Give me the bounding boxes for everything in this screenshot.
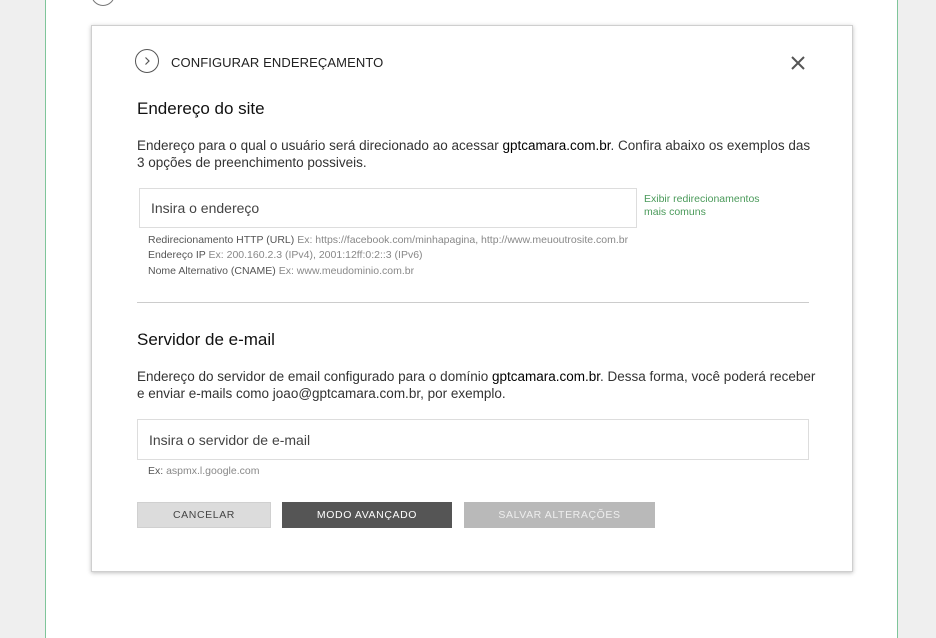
hint-http-redirect: Redirecionamento HTTP (URL) Ex: https://…	[148, 233, 628, 248]
hint-label: Endereço IP	[148, 249, 206, 261]
show-common-redirects-link[interactable]: Exibir redirecionamentos mais comuns	[644, 193, 774, 219]
cancel-button[interactable]: CANCELAR	[137, 502, 271, 528]
hint-ip-address: Endereço IP Ex: 200.160.2.3 (IPv4), 2001…	[148, 248, 423, 263]
site-section-title: Endereço do site	[137, 99, 265, 118]
chevron-right-icon	[135, 49, 159, 73]
modal-title: CONFIGURAR ENDEREÇAMENTO	[171, 55, 384, 70]
close-icon[interactable]	[786, 51, 810, 75]
hint-example: aspmx.l.google.com	[163, 465, 260, 477]
advanced-mode-button[interactable]: MODO AVANÇADO	[282, 502, 452, 528]
site-section-description: Endereço para o qual o usuário será dire…	[137, 137, 817, 171]
email-server-input[interactable]	[137, 419, 809, 460]
hint-label: Nome Alternativo (CNAME)	[148, 265, 276, 277]
site-domain: gptcamara.com.br	[502, 138, 611, 153]
hint-example: Ex: https://facebook.com/minhapagina, ht…	[294, 234, 629, 246]
hint-label: Redirecionamento HTTP (URL)	[148, 234, 295, 246]
hint-cname: Nome Alternativo (CNAME) Ex: www.meudomi…	[148, 264, 414, 279]
email-section-title: Servidor de e-mail	[137, 330, 275, 349]
site-desc-text: Endereço para o qual o usuário será dire…	[137, 138, 503, 153]
hint-label: Ex:	[148, 465, 164, 477]
hint-example: Ex: www.meudominio.com.br	[275, 265, 415, 277]
section-divider	[137, 302, 809, 303]
site-address-input[interactable]	[139, 188, 637, 228]
hint-example: Ex: 200.160.2.3 (IPv4), 2001:12ff:0:2::3…	[205, 249, 423, 261]
save-changes-button[interactable]: SALVAR ALTERAÇÕES	[464, 502, 655, 528]
email-desc-text: Endereço do servidor de email configurad…	[137, 369, 492, 384]
email-section-description: Endereço do servidor de email configurad…	[137, 368, 817, 402]
email-domain: gptcamara.com.br	[491, 369, 601, 384]
addressing-modal: CONFIGURAR ENDEREÇAMENTO Endereço do sit…	[91, 25, 853, 572]
hint-email-example: Ex: aspmx.l.google.com	[148, 464, 259, 479]
